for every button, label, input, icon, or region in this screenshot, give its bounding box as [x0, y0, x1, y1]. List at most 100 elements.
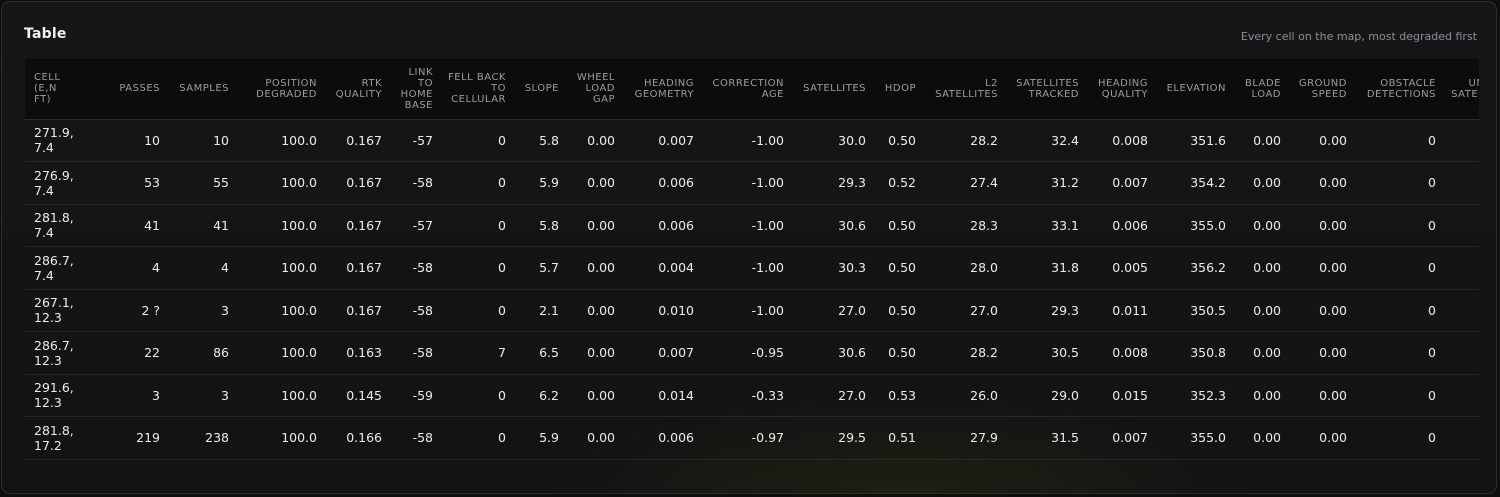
table-cell: 355.0	[1190, 430, 1226, 446]
column-header-fell-back-to-cellular[interactable]: FELL BACK TO CELLULAR	[440, 59, 513, 120]
table-row[interactable]: 276.9, 7.4 53 55 100.0 0.167 -58 0 5.9 0.00 0.006…	[25, 162, 1479, 204]
table-cell: 351.6	[1190, 132, 1226, 148]
table-cell: 0	[498, 217, 506, 233]
table-cell	[1005, 459, 1086, 474]
table-header-row: CELL (E,N FT) PASSES SAMPLES POSITION DE…	[25, 59, 1479, 120]
table-cell: -0.33	[751, 387, 784, 403]
table-cell: 267.1, 12.3	[34, 295, 74, 326]
table-cell: 0.52	[888, 175, 916, 191]
table-cell: 41	[213, 217, 229, 233]
column-header-wheel-load-gap[interactable]: WHEEL LOAD GAP	[566, 59, 622, 120]
table-cell	[440, 459, 513, 474]
table-cell: 0.00	[587, 260, 615, 276]
table-cell: 29.3	[1051, 302, 1079, 318]
column-header-heading-quality[interactable]: HEADING QUALITY	[1086, 59, 1155, 120]
table-cell: 0	[1428, 260, 1436, 276]
table-row[interactable]: 281.8, 17.2 219 238 100.0 0.166 -58 0 5.9 0.00 0.…	[25, 417, 1479, 459]
column-header-unused-satellites[interactable]: UNUSED SATELLITES	[1443, 59, 1479, 120]
table-cell: 28.3	[970, 217, 998, 233]
column-header-position-degraded[interactable]: POSITION DEGRADED	[236, 59, 324, 120]
column-header-samples[interactable]: SAMPLES	[167, 59, 236, 120]
table-cell: 28.0	[970, 260, 998, 276]
table-cell: 100.0	[281, 175, 317, 191]
table-cell: 0.011	[1112, 302, 1148, 318]
table-cell: 0.163	[346, 345, 382, 361]
table-cell: 0	[1428, 345, 1436, 361]
column-header-l2-satellites[interactable]: L2 SATELLITES	[923, 59, 1005, 120]
table-cell: -1.00	[751, 217, 784, 233]
table-cell	[324, 459, 389, 474]
table-cell	[1354, 459, 1443, 474]
column-header-ground-speed[interactable]: GROUND SPEED	[1288, 59, 1354, 120]
table-cell: 30.5	[1051, 345, 1079, 361]
table-cell: 28.2	[970, 132, 998, 148]
table-cell	[81, 459, 167, 474]
column-header-rtk-quality[interactable]: RTK QUALITY	[324, 59, 389, 120]
table-cell: 2.4	[1443, 119, 1479, 162]
table-scroll-area[interactable]: CELL (E,N FT) PASSES SAMPLES POSITION DE…	[25, 59, 1479, 474]
table-cell: -57	[412, 132, 433, 148]
table-cell: 0	[498, 260, 506, 276]
table-cell: 0	[1428, 175, 1436, 191]
table-cell: 10	[144, 132, 160, 148]
column-header-cell[interactable]: CELL (E,N FT)	[25, 59, 81, 120]
table-row[interactable]: 286.7, 12.3 22 86 100.0 0.163 -58 7 6.5 0.00 0.00…	[25, 332, 1479, 374]
table-cell: 28.2	[970, 345, 998, 361]
table-cell: 30.0	[838, 132, 866, 148]
table-row[interactable]: 286.7, 7.4 4 4 100.0 0.167 -58 0 5.7 0.00 0.004 -1…	[25, 247, 1479, 289]
table-cell: 31.2	[1051, 175, 1079, 191]
table-row[interactable]: 271.9, 7.4 10 10 100.0 0.167 -57 0 5.8 0.00 0.007…	[25, 119, 1479, 162]
table-cell: 55	[213, 175, 229, 191]
table-row[interactable]: 281.8, 7.4 41 41 100.0 0.167 -57 0 5.8 0.00 0.006…	[25, 204, 1479, 247]
table-cell: 2.3	[1443, 289, 1479, 332]
column-header-correction-age[interactable]: CORRECTION AGE	[701, 59, 791, 120]
table-cell: 100.0	[281, 260, 317, 276]
table-cell: 100.0	[281, 430, 317, 446]
table-cell	[1288, 459, 1354, 474]
table-cell	[236, 459, 324, 474]
table-cell: 0.010	[658, 302, 694, 318]
table-cell: 0.167	[346, 302, 382, 318]
table-cell: 27.9	[970, 430, 998, 446]
table-cell: 4	[221, 260, 229, 276]
column-header-hdop[interactable]: HDOP	[873, 59, 923, 120]
column-header-obstacle-detections[interactable]: OBSTACLE DETECTIONS	[1354, 59, 1443, 120]
table-body: 271.9, 7.4 10 10 100.0 0.167 -57 0 5.8 0.00 0.007…	[25, 119, 1479, 474]
table-cell: 0	[498, 175, 506, 191]
table-row[interactable]: 291.6, 12.3 3 3 100.0 0.145 -59 0 6.2 0.00 0.014 -…	[25, 374, 1479, 417]
table-cell: 0.167	[346, 175, 382, 191]
table-cell: 3	[152, 387, 160, 403]
table-row[interactable]: 286.7	[25, 459, 1479, 474]
column-header-blade-load[interactable]: BLADE LOAD	[1233, 59, 1288, 120]
table-cell: 0.167	[346, 260, 382, 276]
table-row[interactable]: 267.1, 12.3 2 ? 3 100.0 0.167 -58 0 2.1 0.00 0.01…	[25, 289, 1479, 332]
column-header-passes[interactable]: PASSES	[81, 59, 167, 120]
table-cell: 0.00	[1253, 302, 1281, 318]
table-cell	[1233, 459, 1288, 474]
column-header-satellites[interactable]: SATELLITES	[791, 59, 873, 120]
column-header-link-to-home-base[interactable]: LINK TO HOME BASE	[389, 59, 440, 120]
table-cell: 0.00	[1319, 387, 1347, 403]
table-cell: -59	[412, 387, 433, 403]
table-cell: -1.00	[751, 132, 784, 148]
table-cell: 31.8	[1051, 260, 1079, 276]
column-header-slope[interactable]: SLOPE	[513, 59, 566, 120]
table-cell: 0	[1428, 387, 1436, 403]
table-cell: 0	[498, 430, 506, 446]
table-cell	[513, 459, 566, 474]
column-header-elevation[interactable]: ELEVATION	[1155, 59, 1233, 120]
table-cell: -0.97	[751, 430, 784, 446]
column-header-heading-geometry[interactable]: HEADING GEOMETRY	[622, 59, 701, 120]
table-cell: 100.0	[281, 345, 317, 361]
table-cell: 0.145	[346, 387, 382, 403]
table-cell: 31.5	[1051, 430, 1079, 446]
table-cell: 238	[205, 430, 229, 446]
table-cell: 27.0	[838, 387, 866, 403]
panel-subtitle: Every cell on the map, most degraded fir…	[1240, 30, 1477, 43]
table-cell	[701, 459, 791, 474]
table-cell: 6.2	[539, 387, 559, 403]
column-header-satellites-tracked[interactable]: SATELLITES TRACKED	[1005, 59, 1086, 120]
table-cell: 100.0	[281, 302, 317, 318]
table-cell: 22	[144, 345, 160, 361]
table-cell: 53	[144, 175, 160, 191]
